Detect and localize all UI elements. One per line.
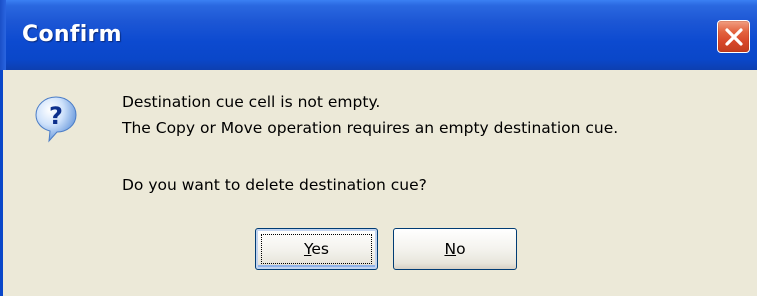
svg-text:?: ? [49,102,63,130]
close-icon [725,28,743,46]
dialog-title: Confirm [22,22,122,47]
yes-button-label: Yes [304,240,329,258]
close-button[interactable] [717,20,750,53]
message-question: Do you want to delete destination cue? [122,176,427,194]
no-label-rest: o [456,240,466,258]
question-icon: ? [35,96,77,143]
no-mnemonic: N [444,240,457,258]
message-line-1: Destination cue cell is not empty. [122,93,381,111]
yes-button[interactable]: Yes [255,228,378,270]
message-line-2: The Copy or Move operation requires an e… [122,119,619,137]
no-button-label: No [444,240,465,258]
no-button[interactable]: No [393,228,517,270]
confirm-dialog: Confirm ? Destination cue cell is not em… [0,0,757,296]
title-bar[interactable]: Confirm [0,0,757,70]
title-bar-edge [0,0,6,70]
yes-label-rest: es [311,240,330,258]
